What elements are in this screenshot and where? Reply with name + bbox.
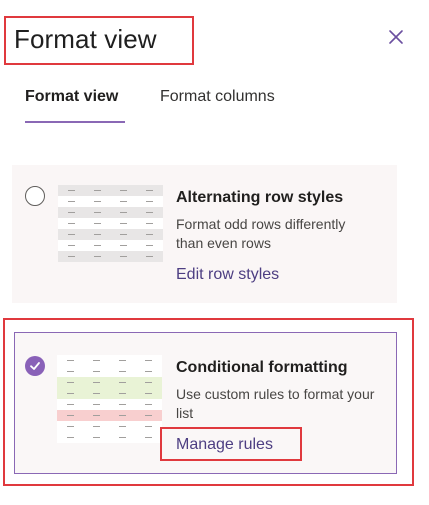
preview-row [57, 399, 162, 410]
preview-row [57, 410, 162, 421]
tab-format-view[interactable]: Format view [25, 88, 118, 106]
option-title: Conditional formatting [176, 359, 348, 376]
preview-row [57, 421, 162, 432]
active-tab-indicator [25, 121, 125, 123]
option-title: Alternating row styles [176, 189, 344, 206]
format-view-panel: Format view Format view Format columns A… [0, 0, 429, 505]
radio-selected[interactable] [25, 356, 45, 376]
preview-row [57, 366, 162, 377]
preview-row [58, 185, 163, 196]
preview-row [58, 207, 163, 218]
edit-row-styles-link[interactable]: Edit row styles [176, 266, 279, 284]
option-alternating-row-styles[interactable]: Alternating row styles Format odd rows d… [12, 165, 397, 303]
panel-title: Format view [14, 24, 157, 54]
preview-row [58, 229, 163, 240]
preview-row [57, 355, 162, 366]
preview-row [57, 432, 162, 443]
alternating-rows-preview-icon [58, 185, 163, 262]
radio-unselected[interactable] [25, 186, 45, 206]
preview-row [58, 196, 163, 207]
option-description: Format odd rows differently than even ro… [176, 216, 346, 251]
close-icon[interactable] [385, 26, 407, 48]
checkmark-icon [30, 362, 40, 370]
option-description: Use custom rules to format your list [176, 386, 375, 421]
preview-row [58, 251, 163, 262]
preview-row [58, 240, 163, 251]
preview-row [57, 377, 162, 388]
tab-format-columns[interactable]: Format columns [160, 88, 275, 106]
preview-row [58, 218, 163, 229]
option-conditional-formatting[interactable]: Conditional formatting Use custom rules … [14, 332, 397, 474]
preview-row [57, 388, 162, 399]
conditional-rows-preview-icon [57, 355, 162, 443]
manage-rules-link[interactable]: Manage rules [176, 436, 273, 454]
